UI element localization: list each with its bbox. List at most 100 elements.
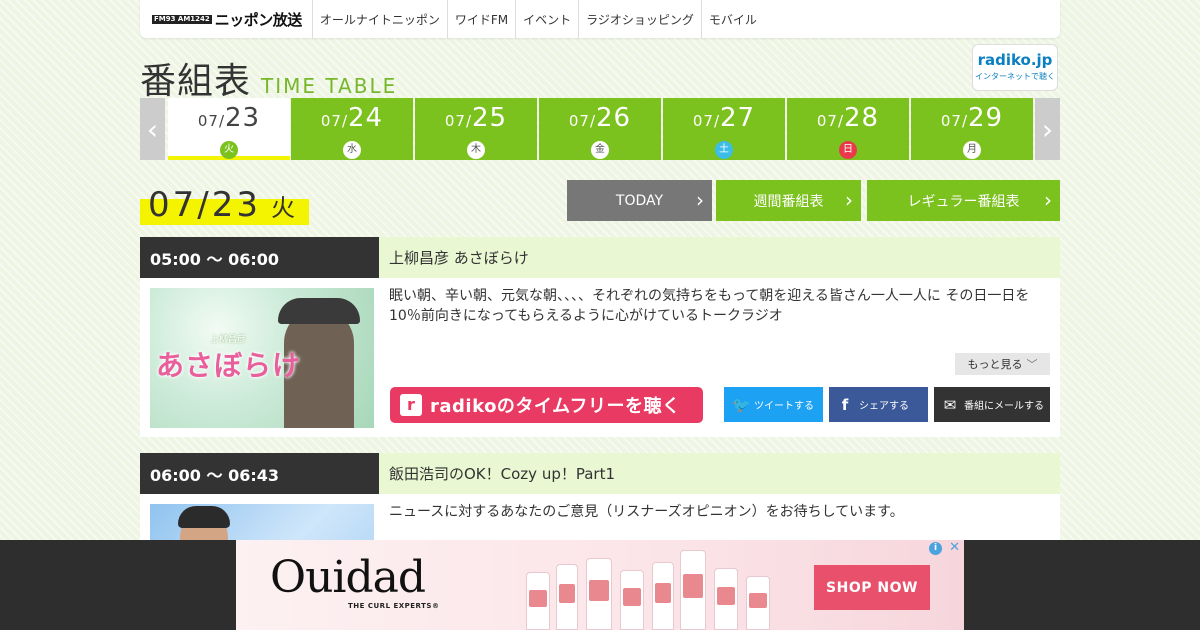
product-bottle [526,572,550,630]
date-tab-0726[interactable]: 07/26 金 [539,98,661,160]
tab-month: 07/ [940,112,969,130]
radiko-timefree-button[interactable]: r radikoのタイムフリーを聴く [390,387,703,423]
page-title-en: TIME TABLE [261,74,398,98]
twitter-icon: 🐦 [732,395,751,414]
more-button-label: もっと見る [967,358,1023,371]
tweet-label: ツイートする [754,401,814,412]
program-description: ニュースに対するあなたのご意見（リスナーズオピニオン）をお待ちしています。 [389,504,904,520]
tab-weekday-badge: 月 [963,141,981,159]
shop-now-button[interactable]: SHOP NOW [814,565,930,610]
ad-product-image [526,548,786,630]
current-date-heading: 07/23 火 [140,187,309,225]
tab-weekday-badge: 水 [343,141,361,159]
product-bottle [586,558,612,630]
tab-day: 27 [720,103,756,133]
tab-day: 29 [968,103,1004,133]
tab-day: 26 [596,103,632,133]
logo-text: ニッポン放送 [214,10,303,29]
product-bottle [714,568,738,630]
date-tab-0729[interactable]: 07/29 月 [911,98,1033,160]
logo-frequency: FM93 AM1242 [152,14,212,24]
radiko-badge-sub: インターネットで聴く [975,72,1055,81]
date-tab-0727[interactable]: 07/27 土 [663,98,785,160]
chevron-right-icon: › [845,188,853,212]
host-hat [278,298,360,324]
thumbnail-program-logo: あさぼらけ [156,349,302,382]
mail-program-button[interactable]: ✉ 番組にメールする [934,387,1050,422]
regular-schedule-button[interactable]: レギュラー番組表 › [867,180,1060,221]
product-bottle [556,564,578,630]
product-bottle [620,570,644,630]
tab-month: 07/ [816,112,845,130]
radiko-badge-main: radiko.jp [977,51,1053,69]
tabs-prev-arrow[interactable]: ‹ [140,98,165,160]
radiko-timefree-label: radikoのタイムフリーを聴く [430,396,681,417]
ad-close-icon[interactable]: ✕ [949,540,960,555]
weekly-schedule-button[interactable]: 週間番組表 › [716,180,861,221]
tabs-next-arrow[interactable]: › [1035,98,1060,160]
current-weekday: 火 [270,194,295,222]
regular-schedule-label: レギュラー番組表 [907,193,1020,210]
program-item: 05:00 ～ 06:00 上柳昌彦 あさぼらけ 上柳昌彦 あさぼらけ 眠い朝、… [140,237,1060,437]
tab-weekday-badge: 土 [715,141,733,159]
facebook-share-label: シェアする [859,401,909,412]
tab-day: 28 [844,103,880,133]
chevron-down-icon: ﹀ [1026,358,1038,371]
tab-month: 07/ [197,112,226,130]
weekly-schedule-label: 週間番組表 [753,193,824,210]
program-time: 05:00 ～ 06:00 [140,237,379,278]
nav-radio-shopping[interactable]: ラジオショッピング [579,0,702,38]
program-thumbnail[interactable]: 上柳昌彦 あさぼらけ [150,288,374,428]
tab-day: 24 [348,103,384,133]
program-description: 眠い朝、辛い朝、元気な朝、、、、それぞれの気持ちをもって朝を迎える皆さん一人一人… [389,288,1030,324]
mail-icon: ✉ [943,395,957,414]
chevron-right-icon: › [696,188,704,212]
nav-widefm[interactable]: ワイドFM [448,0,517,38]
facebook-icon: f [841,395,849,414]
nav-event[interactable]: イベント [516,0,580,38]
ad-bar: Ouidad THE CURL EXPERTS® SHOP NOW i ✕ [0,540,1200,630]
site-header: FM93 AM1242 ニッポン放送 オールナイトニッポン ワイドFM イベント… [140,0,1060,38]
tab-weekday-badge: 木 [467,141,485,159]
tab-day: 25 [472,103,508,133]
tab-weekday-badge: 金 [591,141,609,159]
nav-allnightnippon[interactable]: オールナイトニッポン [313,0,448,38]
radiko-badge-link[interactable]: radiko.jp インターネットで聴く [972,44,1058,91]
today-button[interactable]: TODAY › [567,180,712,221]
chevron-right-icon: › [1044,188,1052,212]
site-logo[interactable]: FM93 AM1242 ニッポン放送 [140,0,313,38]
host-hair [178,506,230,528]
date-tabs: ‹ 07/23 火 07/24 水 07/25 木 07/26 金 07/27 … [140,98,1060,160]
tab-month: 07/ [692,112,721,130]
radiko-icon: r [400,394,422,416]
tab-month: 07/ [444,112,473,130]
page-title-jp: 番組表 [140,61,252,102]
nav-mobile[interactable]: モバイル [702,0,764,38]
product-bottle [652,562,674,630]
more-button[interactable]: もっと見る ﹀ [955,353,1050,375]
tweet-button[interactable]: 🐦 ツイートする [724,387,823,422]
today-button-label: TODAY [615,192,664,209]
tab-weekday-badge: 火 [220,141,238,159]
product-bottle [746,576,770,630]
program-title[interactable]: 飯田浩司のOK！Cozy up！Part1 [379,453,1060,494]
tab-month: 07/ [320,112,349,130]
program-time: 06:00 ～ 06:43 [140,453,379,494]
ad-info-icon[interactable]: i [929,542,942,555]
tab-month: 07/ [568,112,597,130]
tab-weekday-badge: 日 [839,141,857,159]
current-date: 07/23 [148,185,261,225]
banner-ad[interactable]: Ouidad THE CURL EXPERTS® SHOP NOW i ✕ [236,540,964,630]
tab-day: 23 [225,103,261,133]
date-tab-0728[interactable]: 07/28 日 [787,98,909,160]
facebook-share-button[interactable]: f シェアする [829,387,928,422]
product-bottle [680,550,706,630]
ad-tagline: THE CURL EXPERTS® [348,602,440,610]
program-item: 06:00 ～ 06:43 飯田浩司のOK！Cozy up！Part1 ニュース… [140,453,1060,630]
page-title: 番組表 TIME TABLE [140,52,397,104]
program-title[interactable]: 上柳昌彦 あさぼらけ [379,237,1060,278]
mail-program-label: 番組にメールする [964,401,1044,412]
date-tab-0724[interactable]: 07/24 水 [291,98,413,160]
date-tab-0723[interactable]: 07/23 火 [168,98,290,160]
date-tab-0725[interactable]: 07/25 木 [415,98,537,160]
